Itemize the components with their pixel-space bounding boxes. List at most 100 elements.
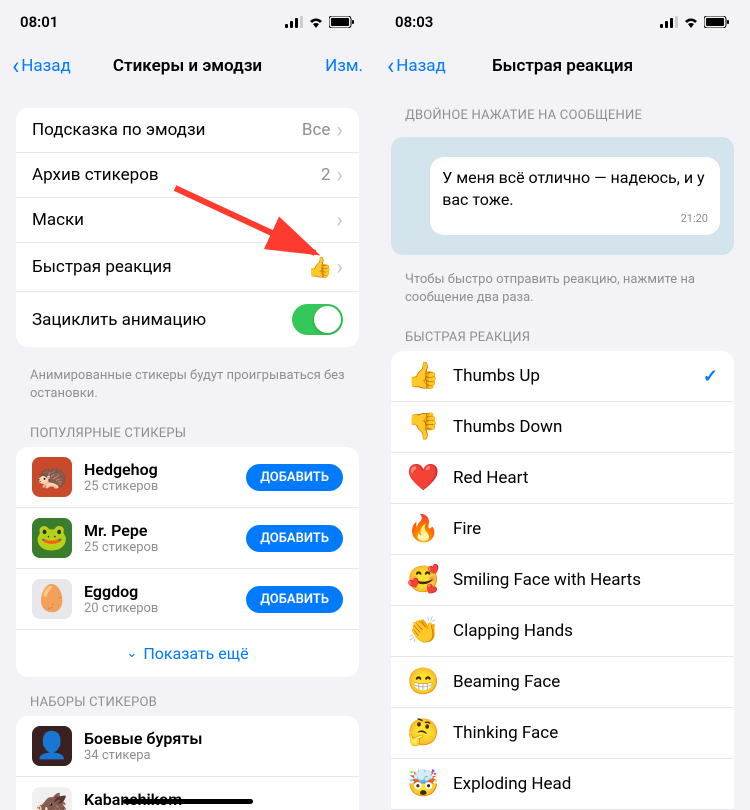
content[interactable]: Подсказка по эмодзиВсе›Архив стикеров2›М…: [0, 88, 375, 810]
popular-sticker-0[interactable]: 🦔 Hedgehog 25 стикеров ДОБАВИТЬ: [16, 447, 359, 508]
status-bar: 08:03: [375, 0, 750, 44]
nav-bar: ‹ Назад Стикеры и эмодзи Изм.: [0, 44, 375, 88]
wifi-icon: [683, 16, 699, 28]
reaction-emoji: 😁: [407, 667, 437, 697]
sticker-count: 20 стикеров: [84, 601, 246, 616]
sticker-name: Mr. Pepe: [84, 521, 246, 540]
reaction-emoji: ❤️: [407, 463, 437, 493]
show-more-button[interactable]: ⌄ Показать ещё: [16, 630, 359, 677]
cellular-icon: [285, 16, 303, 28]
reaction-emoji: 👏: [407, 616, 437, 646]
edit-button[interactable]: Изм.: [325, 56, 363, 76]
sticker-thumb: 🐗: [32, 787, 72, 810]
sticker-info: Eggdog 20 стикеров: [84, 582, 246, 616]
chevron-right-icon: ›: [336, 215, 343, 226]
settings-row-0[interactable]: Подсказка по эмодзиВсе›: [16, 108, 359, 153]
popular-sticker-2[interactable]: 🥚 Eggdog 20 стикеров ДОБАВИТЬ: [16, 569, 359, 630]
message-text: У меня всё отлично — надеюсь, и у вас то…: [442, 167, 708, 210]
add-button[interactable]: ДОБАВИТЬ: [246, 586, 343, 613]
back-button[interactable]: ‹ Назад: [12, 52, 71, 80]
sticker-thumb: 🐸: [32, 518, 72, 558]
settings-label: Подсказка по эмодзи: [32, 120, 302, 140]
animation-footer: Анимированные стикеры будут проигрыватьс…: [0, 359, 375, 420]
reaction-row-0[interactable]: 👍 Thumbs Up ✓: [391, 351, 734, 402]
reaction-row-8[interactable]: 🤯 Exploding Head: [391, 759, 734, 810]
settings-value: 2: [321, 165, 331, 185]
reaction-label: Exploding Head: [453, 774, 718, 794]
reactions-group: 👍 Thumbs Up ✓👎 Thumbs Down ❤️ Red Heart …: [391, 351, 734, 810]
reaction-label: Thumbs Down: [453, 417, 718, 437]
add-button[interactable]: ДОБАВИТЬ: [246, 464, 343, 491]
reaction-row-2[interactable]: ❤️ Red Heart: [391, 453, 734, 504]
sticker-info: Mr. Pepe 25 стикеров: [84, 521, 246, 555]
status-icons: [285, 16, 355, 28]
status-bar: 08:01: [0, 0, 375, 44]
add-button[interactable]: ДОБАВИТЬ: [246, 525, 343, 552]
reaction-label: Beaming Face: [453, 672, 718, 692]
right-screen: 08:03 ‹ Назад Быстрая реакция ДВОЙНОЕ НА…: [375, 0, 750, 810]
back-label: Назад: [21, 56, 71, 76]
sticker-name: Hedgehog: [84, 460, 246, 479]
reaction-emoji: 👎: [407, 412, 437, 442]
settings-label: Быстрая реакция: [32, 257, 307, 277]
battery-icon: [329, 16, 355, 28]
sticker-count: 25 стикеров: [84, 540, 246, 555]
sticker-info: Hedgehog 25 стикеров: [84, 460, 246, 494]
checkmark-icon: ✓: [703, 366, 718, 387]
nav-bar: ‹ Назад Быстрая реакция: [375, 44, 750, 88]
popular-header: ПОПУЛЯРНЫЕ СТИКЕРЫ: [0, 420, 375, 447]
reaction-label: Smiling Face with Hearts: [453, 570, 718, 590]
settings-label: Архив стикеров: [32, 165, 321, 185]
popular-sticker-1[interactable]: 🐸 Mr. Pepe 25 стикеров ДОБАВИТЬ: [16, 508, 359, 569]
sticker-thumb: 🦔: [32, 457, 72, 497]
reaction-row-5[interactable]: 👏 Clapping Hands: [391, 606, 734, 657]
message-preview: У меня всё отлично — надеюсь, и у вас то…: [391, 137, 734, 255]
toggle-switch[interactable]: [292, 304, 343, 335]
sets-group: 👤 Боевые буряты 34 стикера 🐗 Kabanchikom…: [16, 716, 359, 810]
settings-group: Подсказка по эмодзиВсе›Архив стикеров2›М…: [16, 108, 359, 347]
settings-row-3[interactable]: Быстрая реакция👍›: [16, 243, 359, 292]
sticker-set-1[interactable]: 🐗 Kabanchikom 75 стикеров: [16, 777, 359, 810]
settings-row-4[interactable]: Зациклить анимацию: [16, 292, 359, 347]
settings-row-1[interactable]: Архив стикеров2 ›: [16, 153, 359, 198]
page-title: Стикеры и эмодзи: [113, 56, 262, 76]
chevron-left-icon: ‹: [12, 52, 19, 80]
page-title: Быстрая реакция: [492, 56, 633, 76]
message-bubble[interactable]: У меня всё отлично — надеюсь, и у вас то…: [430, 157, 720, 235]
reaction-row-1[interactable]: 👎 Thumbs Down: [391, 402, 734, 453]
settings-label: Зациклить анимацию: [32, 310, 292, 330]
reaction-row-7[interactable]: 🤔 Thinking Face: [391, 708, 734, 759]
settings-value: Все: [302, 120, 331, 140]
content[interactable]: ДВОЙНОЕ НАЖАТИЕ НА СООБЩЕНИЕ У меня всё …: [375, 88, 750, 810]
show-more-label: Показать ещё: [143, 644, 248, 663]
sticker-set-0[interactable]: 👤 Боевые буряты 34 стикера: [16, 716, 359, 777]
reaction-row-3[interactable]: 🔥 Fire: [391, 504, 734, 555]
chevron-right-icon: ›: [336, 262, 343, 273]
battery-icon: [704, 16, 730, 28]
sticker-thumb: 👤: [32, 726, 72, 766]
back-button[interactable]: ‹ Назад: [387, 52, 446, 80]
home-indicator[interactable]: [123, 799, 253, 804]
sticker-thumb: 🥚: [32, 579, 72, 619]
reaction-label: Clapping Hands: [453, 621, 718, 641]
message-time: 21:20: [442, 212, 708, 225]
cellular-icon: [660, 16, 678, 28]
reaction-emoji: 🤯: [407, 769, 437, 799]
chevron-left-icon: ‹: [387, 52, 394, 80]
settings-row-2[interactable]: Маски›: [16, 198, 359, 243]
reaction-emoji: 🤔: [407, 718, 437, 748]
status-time: 08:03: [395, 13, 433, 31]
left-screen: 08:01 ‹ Назад Стикеры и эмодзи Изм. Подс…: [0, 0, 375, 810]
status-time: 08:01: [20, 13, 58, 31]
quick-reaction-header: БЫСТРАЯ РЕАКЦИЯ: [375, 324, 750, 351]
reaction-label: Thumbs Up: [453, 366, 703, 386]
sticker-count: 25 стикеров: [84, 479, 246, 494]
chevron-right-icon: ›: [336, 170, 343, 181]
reaction-row-4[interactable]: 🥰 Smiling Face with Hearts: [391, 555, 734, 606]
sets-header: НАБОРЫ СТИКЕРОВ: [0, 689, 375, 716]
chevron-down-icon: ⌄: [126, 646, 137, 661]
reaction-label: Thinking Face: [453, 723, 718, 743]
reaction-row-6[interactable]: 😁 Beaming Face: [391, 657, 734, 708]
double-tap-header: ДВОЙНОЕ НАЖАТИЕ НА СООБЩЕНИЕ: [375, 102, 750, 129]
sticker-count: 34 стикера: [84, 748, 343, 763]
